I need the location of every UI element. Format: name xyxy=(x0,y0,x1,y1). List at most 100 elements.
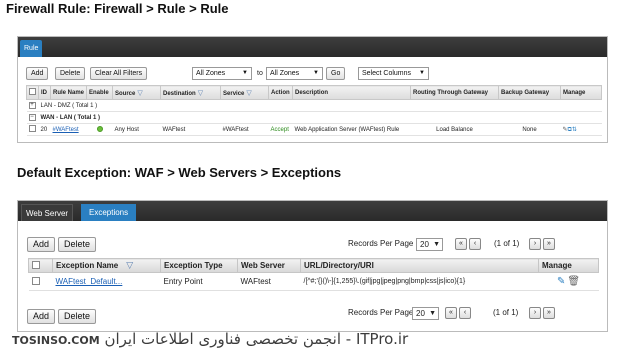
watermark-text: انجمن تخصصی فناوری اطلاعات ایران - ITPro… xyxy=(104,330,409,348)
select-columns-dropdown[interactable]: Select Columns ▼ xyxy=(358,67,429,80)
col-destination[interactable]: Destination ▽ xyxy=(160,85,222,100)
watermark-site: TOSINSO.COM xyxy=(12,334,100,347)
col-service-label: Service xyxy=(223,90,245,97)
zone-to-value: All Zones xyxy=(270,70,300,77)
select-all-header[interactable] xyxy=(26,85,39,100)
to-label: to xyxy=(257,70,263,77)
manage-cell: ✎⧉⇅ xyxy=(560,123,602,136)
row-checkbox[interactable] xyxy=(31,276,40,285)
col-manage: Manage xyxy=(538,258,599,273)
last-page-button[interactable]: » xyxy=(543,238,555,250)
delete-button-bottom[interactable]: Delete xyxy=(58,309,97,324)
chevron-down-icon: ▼ xyxy=(429,310,436,317)
col-exception-type[interactable]: Exception Type xyxy=(160,258,238,273)
group-row-lan-dmz[interactable]: + LAN - DMZ ( Total 1 ) xyxy=(26,99,602,112)
col-web-server[interactable]: Web Server xyxy=(237,258,301,273)
rule-name-cell: #WAFtest xyxy=(50,123,87,136)
exception-table: Exception Name ▽ Exception Type Web Serve… xyxy=(28,258,599,291)
exception-type: Entry Point xyxy=(160,272,238,291)
chevron-down-icon: ▼ xyxy=(419,70,425,76)
row-select-cell[interactable] xyxy=(28,272,53,291)
rule-source: Any Host xyxy=(112,123,161,136)
rule-backup-gateway: None xyxy=(498,123,561,136)
next-page-button[interactable]: › xyxy=(529,238,541,250)
col-uri[interactable]: URL/Directory/URI xyxy=(300,258,539,273)
add-button-bottom[interactable]: Add xyxy=(27,309,56,324)
rule-name-link[interactable]: #WAFtest xyxy=(53,127,79,133)
delete-icon[interactable]: 🗑 xyxy=(567,276,580,287)
page-info: (1 of 1) xyxy=(494,239,520,248)
col-enable[interactable]: Enable xyxy=(86,85,114,100)
expand-cell[interactable]: + xyxy=(26,99,39,112)
move-icon[interactable]: ⇅ xyxy=(572,127,577,133)
zone-from-select[interactable]: All Zones ▼ xyxy=(192,67,252,80)
go-button[interactable]: Go xyxy=(326,67,346,80)
last-page-button-bottom[interactable]: » xyxy=(543,307,555,319)
exception-name-link[interactable]: WAFtest_Default... xyxy=(56,277,123,286)
filter-icon[interactable]: ▽ xyxy=(246,89,251,97)
col-service[interactable]: Service ▽ xyxy=(220,85,270,100)
col-routing-gateway[interactable]: Routing Through Gateway xyxy=(410,85,500,100)
expand-icon[interactable]: + xyxy=(28,102,36,109)
records-per-page-select-bottom[interactable]: 20 ▼ xyxy=(412,307,439,320)
records-per-page-select[interactable]: 20 ▼ xyxy=(416,238,443,251)
zone-to-select[interactable]: All Zones ▼ xyxy=(266,67,323,80)
manage-cell: ✎ 🗑 xyxy=(538,272,599,291)
group-row-wan-lan[interactable]: − WAN - LAN ( Total 1 ) xyxy=(26,111,602,124)
add-button[interactable]: Add xyxy=(26,67,49,80)
first-page-button[interactable]: « xyxy=(455,238,467,250)
chevron-down-icon: ▼ xyxy=(313,70,319,76)
tab-web-server[interactable]: Web Server xyxy=(21,204,74,221)
col-id[interactable]: ID xyxy=(38,85,51,100)
select-columns-label: Select Columns xyxy=(362,70,412,77)
select-all-checkbox[interactable] xyxy=(32,260,40,269)
exception-table-header: Exception Name ▽ Exception Type Web Serve… xyxy=(28,258,599,273)
tab-exceptions[interactable]: Exceptions xyxy=(81,204,137,221)
firewall-heading: Firewall Rule: Firewall > Rule > Rule xyxy=(6,1,229,16)
enabled-status-icon[interactable] xyxy=(96,125,103,132)
collapse-cell[interactable]: − xyxy=(26,111,39,124)
col-destination-label: Destination xyxy=(163,90,196,97)
records-per-page-value: 20 xyxy=(420,240,429,249)
col-backup-gateway[interactable]: Backup Gateway xyxy=(498,85,562,100)
delete-button[interactable]: Delete xyxy=(58,237,97,252)
col-source[interactable]: Source ▽ xyxy=(112,85,162,100)
prev-page-button[interactable]: ‹ xyxy=(469,238,481,250)
rule-toolbar: Add Delete Clear All Filters All Zones ▼… xyxy=(26,67,602,81)
col-rule-name[interactable]: Rule Name xyxy=(49,85,88,100)
records-per-page-value: 20 xyxy=(416,309,425,318)
col-exception-name[interactable]: Exception Name ▽ xyxy=(52,258,161,273)
table-row[interactable]: 20 #WAFtest Any Host WAFtest #WAFtest Ac… xyxy=(26,123,602,136)
table-row[interactable]: WAFtest_Default... Entry Point WAFtest /… xyxy=(28,272,599,291)
tab-rule[interactable]: Rule xyxy=(20,40,43,57)
row-select-cell[interactable] xyxy=(26,123,39,136)
chevron-down-icon: ▼ xyxy=(242,70,248,76)
collapse-icon[interactable]: − xyxy=(28,114,36,121)
enable-cell xyxy=(86,123,113,136)
exception-uri: /[^#;'{}()\-]{1,255}\.(gif|jpg|jpeg|png|… xyxy=(300,272,539,291)
rule-description: Web Application Server (WAFtest) Rule xyxy=(292,123,411,136)
group-label: WAN - LAN ( Total 1 ) xyxy=(38,111,602,124)
col-action[interactable]: Action xyxy=(268,85,294,100)
prev-page-button-bottom[interactable]: ‹ xyxy=(459,307,471,319)
select-all-header[interactable] xyxy=(28,258,53,273)
chevron-down-icon: ▼ xyxy=(433,241,440,248)
page-info-bottom: (1 of 1) xyxy=(493,308,519,317)
rule-routing-gateway: Load Balance xyxy=(410,123,499,136)
exception-tab-bar: Web Server Exceptions xyxy=(18,201,607,221)
next-page-button-bottom[interactable]: › xyxy=(529,307,541,319)
rule-table-header: ID Rule Name Enable Source ▽ Destination ▽… xyxy=(26,85,602,100)
clear-filters-button[interactable]: Clear All Filters xyxy=(90,67,148,80)
col-exception-name-label: Exception Name xyxy=(56,261,119,270)
first-page-button-bottom[interactable]: « xyxy=(445,307,457,319)
col-description[interactable]: Description xyxy=(292,85,412,100)
row-checkbox[interactable] xyxy=(28,125,36,132)
edit-icon[interactable]: ✎ xyxy=(557,276,565,287)
filter-icon[interactable]: ▽ xyxy=(198,89,203,97)
select-all-checkbox[interactable] xyxy=(29,88,36,95)
add-button[interactable]: Add xyxy=(27,237,56,252)
rule-destination: WAFtest xyxy=(160,123,221,136)
delete-button[interactable]: Delete xyxy=(55,67,86,80)
filter-icon[interactable]: ▽ xyxy=(126,260,133,271)
filter-icon[interactable]: ▽ xyxy=(137,89,142,97)
